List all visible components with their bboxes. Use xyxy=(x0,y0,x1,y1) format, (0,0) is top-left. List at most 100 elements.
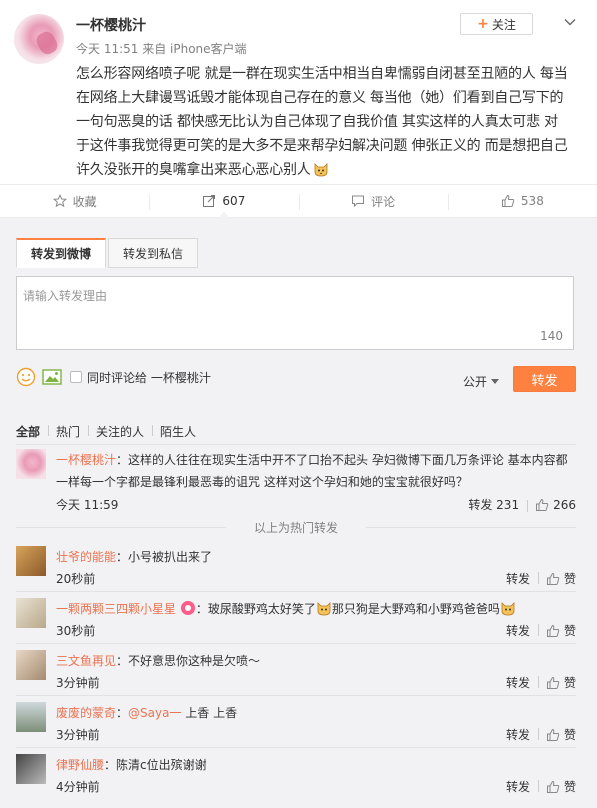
thumbs-up-icon xyxy=(501,194,515,207)
divider xyxy=(16,643,576,644)
repost-filter: 全部 热门 关注的人 陌生人 xyxy=(16,423,204,440)
repost-reason-input[interactable]: 请输入转发理由 140 xyxy=(16,276,574,350)
author-avatar[interactable] xyxy=(14,14,64,64)
favorite-button[interactable]: 收藏 xyxy=(0,185,149,217)
visibility-label: 公开 xyxy=(463,375,488,389)
user-name[interactable]: 三文鱼再见 xyxy=(56,654,116,668)
post-text-line: 在网络上大肆谩骂诋毁才能体现自己存在的意义 每当他（她）们看到自己写下的 xyxy=(76,90,564,106)
repost-content: ：不好意思你这种是欠喷～ xyxy=(116,654,261,668)
author-name[interactable]: 一杯樱桃汁 xyxy=(76,15,146,35)
repost-ops: 转发 赞 xyxy=(498,778,576,795)
repost-content: ：玻尿酸野鸡太好笑了 xyxy=(195,602,316,616)
like-count: 266 xyxy=(553,497,576,512)
visibility-dropdown[interactable]: 公开 xyxy=(463,373,500,390)
repost-text: 废废的蒙奇：@Saya一 上香 上香 xyxy=(56,702,576,724)
also-comment-checkbox[interactable] xyxy=(70,371,82,383)
user-name[interactable]: 壮爷的能能 xyxy=(56,550,116,564)
repost-body: 一杯樱桃汁：这样的人往往在现实生活中开不了口抬不起头 孕妇微博下面几万条评论 基… xyxy=(56,449,576,493)
cat-emoji-icon xyxy=(314,163,328,177)
favorite-label: 收藏 xyxy=(72,194,97,209)
like-button[interactable]: 赞 xyxy=(537,570,576,587)
repost-button[interactable]: 转发 xyxy=(498,726,538,743)
like-label: 赞 xyxy=(563,572,576,586)
filter-all[interactable]: 全部 xyxy=(16,423,48,440)
avatar[interactable] xyxy=(16,598,46,628)
avatar[interactable] xyxy=(16,702,46,732)
repost-item: 废废的蒙奇：@Saya一 上香 上香 3分钟前 转发 赞 xyxy=(16,702,576,742)
repost-text: 壮爷的能能：小号被扒出来了 xyxy=(56,546,576,568)
filter-strangers[interactable]: 陌生人 xyxy=(152,423,204,440)
thumbs-up-icon xyxy=(536,498,549,511)
repost-button[interactable]: 转发 xyxy=(498,674,538,691)
repost-button[interactable]: 转发 xyxy=(498,622,538,639)
repost-content: 上香 上香 xyxy=(181,706,238,720)
divider xyxy=(16,444,576,445)
like-button[interactable]: 赞 xyxy=(537,674,576,691)
repost-button[interactable]: 转发 231 xyxy=(460,496,527,513)
avatar[interactable] xyxy=(16,449,46,479)
repost-time: 3分钟前 xyxy=(56,728,100,742)
like-label: 赞 xyxy=(563,676,576,690)
repost-body: 壮爷的能能：小号被扒出来了 xyxy=(56,546,576,568)
like-label: 赞 xyxy=(563,624,576,638)
thumbs-up-icon xyxy=(546,572,560,585)
avatar[interactable] xyxy=(16,546,46,576)
repost-count: 607 xyxy=(222,194,246,208)
also-comment-label: 同时评论给 一杯樱桃汁 xyxy=(87,371,211,385)
repost-ops: 转发 231 266 xyxy=(460,496,576,513)
thumbs-up-icon xyxy=(546,780,560,793)
repost-tab-button[interactable]: 607 xyxy=(149,185,298,218)
hot-repost-item: 一杯樱桃汁：这样的人往往在现实生活中开不了口抬不起头 孕妇微博下面几万条评论 基… xyxy=(16,449,576,519)
like-button[interactable]: 赞 xyxy=(537,726,576,743)
repost-reason-placeholder: 请输入转发理由 xyxy=(23,289,108,303)
repost-text: 一杯樱桃汁：这样的人往往在现实生活中开不了口抬不起头 孕妇微博下面几万条评论 基… xyxy=(56,449,576,471)
filter-hot[interactable]: 热门 xyxy=(48,423,88,440)
weibo-post: 一杯樱桃汁 今天 11:51 来自 iPhone客户端 + 关注 怎么形容网络喷… xyxy=(0,0,597,184)
repost-text: 律野仙腰：陈清c位出殡谢谢 xyxy=(56,754,576,776)
mention-link[interactable]: @Saya一 xyxy=(128,706,181,720)
repost-submit-button[interactable]: 转发 xyxy=(513,366,576,392)
like-button[interactable]: 赞 xyxy=(537,622,576,639)
tab-repost-weibo[interactable]: 转发到微博 xyxy=(16,238,107,268)
emoji-icon[interactable] xyxy=(16,367,36,387)
like-label: 赞 xyxy=(563,780,576,794)
tab-repost-private[interactable]: 转发到私信 xyxy=(108,238,199,268)
star-icon xyxy=(52,194,67,208)
filter-following[interactable]: 关注的人 xyxy=(88,423,152,440)
repost-content: ： xyxy=(116,706,129,720)
follow-label: 关注 xyxy=(491,17,516,32)
repost-content: ：这样的人往往在现实生活中开不了口抬不起头 孕妇微博下面几万条评论 基本内容都 xyxy=(116,453,568,467)
thumbs-up-icon xyxy=(546,624,560,637)
like-button[interactable]: 266 xyxy=(527,498,576,512)
follow-button[interactable]: + 关注 xyxy=(460,13,533,35)
avatar[interactable] xyxy=(16,650,46,680)
post-text: 怎么形容网络喷子呢 就是一群在现实生活中相当自卑懦弱自闭甚至丑陋的人 每当 在网… xyxy=(76,62,581,182)
repost-button[interactable]: 转发 xyxy=(498,570,538,587)
like-button[interactable]: 赞 xyxy=(537,778,576,795)
cat-emoji-icon xyxy=(501,602,515,616)
post-meta: 今天 11:51 来自 iPhone客户端 xyxy=(76,42,247,56)
repost-ops: 转发 赞 xyxy=(498,570,576,587)
repost-target-tabs: 转发到微博 转发到私信 xyxy=(16,238,200,268)
avatar[interactable] xyxy=(16,754,46,784)
post-text-line: 怎么形容网络喷子呢 就是一群在现实生活中相当自卑懦弱自闭甚至丑陋的人 每当 xyxy=(76,66,568,82)
post-action-bar: 收藏 607 评论 538 xyxy=(0,184,597,218)
image-icon[interactable] xyxy=(42,369,62,385)
user-name[interactable]: 废废的蒙奇 xyxy=(56,706,116,720)
repost-text-continued: 一样每一个字都是最锋利最恶毒的诅咒 这样对这个孕妇和她的宝宝就很好吗？ xyxy=(56,475,468,489)
repost-item: 壮爷的能能：小号被扒出来了 20秒前 转发 赞 xyxy=(16,546,576,586)
repost-time: 3分钟前 xyxy=(56,676,100,690)
post-text-line: 许久没张开的臭嘴拿出来恶心恶心别人 xyxy=(76,162,311,178)
user-name[interactable]: 一杯樱桃汁 xyxy=(56,453,116,467)
user-name[interactable]: 律野仙腰 xyxy=(56,758,104,772)
post-text-line: 于这件事我觉得更可笑的是大多不是来帮孕妇解决问题 伸张正义的 而是想把自己 xyxy=(76,138,568,154)
repost-toolbar: 同时评论给 一杯樱桃汁 公开 转发 xyxy=(16,364,576,394)
like-count: 538 xyxy=(520,194,544,208)
repost-body: 一颗两颗三四颗小星星 ：玻尿酸野鸡太好笑了 那只狗是大野鸡和小野鸡爸爸吗 xyxy=(56,598,576,620)
repost-button[interactable]: 转发 xyxy=(498,778,538,795)
chevron-down-icon[interactable] xyxy=(564,16,576,28)
user-name[interactable]: 一颗两颗三四颗小星星 xyxy=(56,602,176,616)
plus-icon: + xyxy=(477,16,489,32)
comment-button[interactable]: 评论 xyxy=(298,185,448,217)
like-button[interactable]: 538 xyxy=(447,185,597,217)
